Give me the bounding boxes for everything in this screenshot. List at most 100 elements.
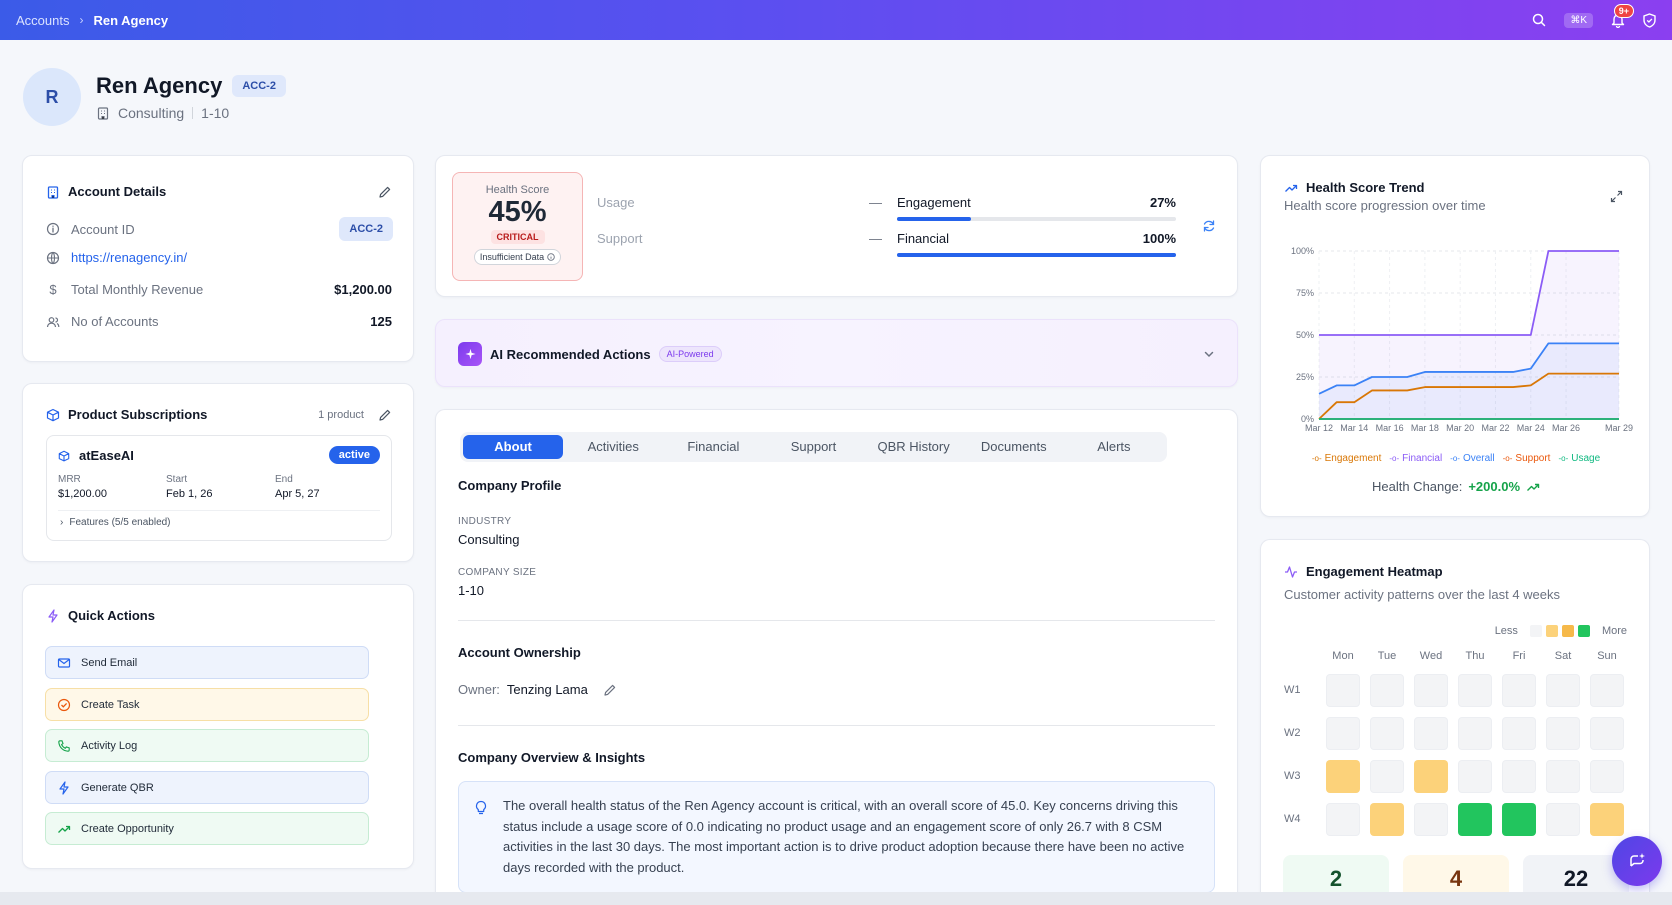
heatmap-cell[interactable] [1414, 674, 1448, 707]
heatmap-cell[interactable] [1370, 674, 1404, 707]
heatmap-cell[interactable] [1502, 760, 1536, 793]
chevron-down-icon[interactable] [1203, 348, 1215, 360]
heatmap-cell[interactable] [1502, 803, 1536, 836]
heatmap-cell[interactable] [1458, 803, 1492, 836]
heatmap-cell[interactable] [1370, 717, 1404, 750]
heatmap-cell[interactable] [1590, 760, 1624, 793]
tab-support[interactable]: Support [763, 435, 863, 459]
search-icon[interactable] [1532, 13, 1546, 27]
legend-item[interactable]: -o- Engagement [1312, 453, 1382, 464]
assistant-fab[interactable] [1612, 836, 1662, 886]
legend-item[interactable]: -o- Usage [1558, 453, 1600, 464]
heatmap-cell[interactable] [1414, 717, 1448, 750]
create-task-label: Create Task [81, 698, 140, 711]
ai-powered-badge: AI-Powered [658, 346, 722, 362]
edit-icon[interactable] [603, 683, 617, 697]
ai-actions-title: AI Recommended Actions [490, 346, 651, 362]
create-task-button[interactable]: Create Task [45, 688, 369, 721]
account-id-value: ACC-2 [339, 217, 393, 241]
company-size-label: COMPANY SIZE [458, 567, 537, 578]
y-tick-label: 50% [1296, 330, 1314, 340]
package-icon [46, 408, 60, 421]
legend-item[interactable]: -o- Overall [1450, 453, 1494, 464]
heatmap-cell[interactable] [1458, 674, 1492, 707]
financial-pct: 100% [1142, 231, 1176, 246]
generate-qbr-button[interactable]: Generate QBR [45, 771, 369, 804]
legend-marker: -o- [1389, 454, 1400, 463]
subscription-item[interactable]: atEaseAI active MRR $1,200.00 Start Feb … [46, 435, 392, 541]
heatmap-cell[interactable] [1590, 803, 1624, 836]
ai-recommended-actions-panel[interactable]: AI Recommended Actions AI-Powered [435, 319, 1238, 387]
trending-up-icon [1285, 184, 1298, 192]
heatmap-cell[interactable] [1370, 760, 1404, 793]
lightbulb-icon [475, 800, 487, 815]
mail-icon [57, 657, 71, 668]
info-icon[interactable] [547, 253, 555, 261]
heatmap-cell[interactable] [1414, 760, 1448, 793]
features-toggle[interactable]: › Features (5/5 enabled) [60, 517, 171, 528]
health-score-box: Health Score 45% CRITICAL Insufficient D… [452, 172, 583, 281]
send-email-label: Send Email [81, 656, 138, 669]
mrr-value: $1,200.00 [58, 488, 107, 500]
heatmap-cell[interactable] [1458, 760, 1492, 793]
heatmap-cell[interactable] [1546, 674, 1580, 707]
x-tick-label: Mar 22 [1481, 423, 1509, 433]
support-value: — [869, 231, 882, 246]
day-label: Mon [1332, 650, 1354, 662]
chart-legend: -o- Engagement -o- Financial -o- Overall -o- Su… [1261, 453, 1651, 464]
heatmap-cell[interactable] [1546, 803, 1580, 836]
command-shortcut[interactable]: ⌘K [1564, 12, 1593, 28]
tab-qbr-history[interactable]: QBR History [864, 435, 964, 459]
day-label: Sat [1554, 650, 1572, 662]
shield-icon[interactable] [1643, 12, 1656, 28]
breadcrumb-accounts[interactable]: Accounts [16, 13, 69, 28]
tab-activities[interactable]: Activities [563, 435, 663, 459]
week-label: W4 [1284, 813, 1301, 825]
heatmap-cell[interactable] [1546, 760, 1580, 793]
tab-alerts[interactable]: Alerts [1064, 435, 1164, 459]
sparkles-icon [458, 342, 482, 366]
heatmap-cell[interactable] [1590, 674, 1624, 707]
account-id-label: Account ID [71, 221, 135, 237]
health-change-label: Health Change: [1371, 479, 1463, 494]
tab-financial[interactable]: Financial [663, 435, 763, 459]
activity-icon [1285, 565, 1297, 578]
refresh-icon[interactable] [1202, 219, 1216, 233]
heatmap-cell[interactable] [1326, 803, 1360, 836]
engagement-label: Engagement [897, 195, 971, 210]
insights-box: The overall health status of the Ren Age… [458, 781, 1215, 893]
financial-label: Financial [897, 231, 950, 246]
heatmap-cell[interactable] [1458, 717, 1492, 750]
legend-label: Overall [1462, 453, 1495, 464]
legend-item[interactable]: -o- Financial [1389, 453, 1442, 464]
heatmap-cell[interactable] [1370, 803, 1404, 836]
legend-label: Financial [1402, 453, 1443, 464]
owner-label: Owner: [458, 682, 500, 697]
heatmap-cell[interactable] [1326, 760, 1360, 793]
heatmap-cell[interactable] [1502, 674, 1536, 707]
create-opportunity-button[interactable]: Create Opportunity [45, 812, 369, 845]
website-link[interactable]: https://renagency.in/ [71, 250, 187, 265]
expand-icon[interactable] [1610, 190, 1623, 203]
legend-label: Usage [1571, 453, 1601, 464]
tab-about[interactable]: About [463, 435, 564, 459]
notifications-button[interactable]: 9+ [1611, 3, 1634, 28]
legend-marker: -o- [1502, 454, 1513, 463]
tab-documents[interactable]: Documents [964, 435, 1064, 459]
heatmap-cell[interactable] [1590, 717, 1624, 750]
legend-marker: -o- [1558, 454, 1569, 463]
health-score-label: Health Score [485, 184, 550, 196]
activity-log-button[interactable]: Activity Log [45, 729, 369, 762]
heatmap-cell[interactable] [1326, 717, 1360, 750]
financial-progress-fill [897, 253, 1176, 257]
send-email-button[interactable]: Send Email [45, 646, 369, 679]
edit-icon[interactable] [378, 408, 392, 422]
heatmap-cell[interactable] [1326, 674, 1360, 707]
horizontal-scrollbar[interactable] [0, 892, 1672, 905]
heatmap-cell[interactable] [1414, 803, 1448, 836]
heatmap-cell[interactable] [1546, 717, 1580, 750]
heatmap-cell[interactable] [1502, 717, 1536, 750]
edit-icon[interactable] [378, 185, 392, 199]
x-tick-label: Mar 18 [1411, 423, 1439, 433]
legend-item[interactable]: -o- Support [1503, 453, 1551, 464]
